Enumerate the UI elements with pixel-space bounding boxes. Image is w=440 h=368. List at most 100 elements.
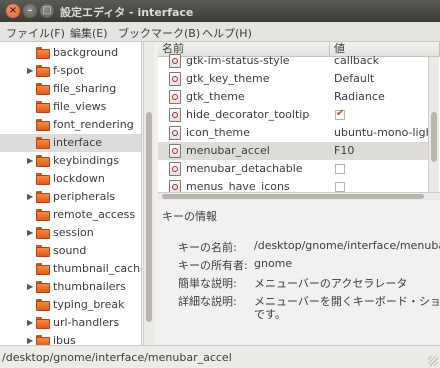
gconf-key-icon [169, 72, 181, 86]
key-value-checkbox[interactable] [335, 108, 345, 120]
tree-scrollbar-thumb[interactable] [146, 112, 152, 322]
key-name: hide_decorator_tooltip [186, 108, 310, 121]
key-row[interactable]: menubar_accel F10 [158, 142, 428, 160]
tree-item-label: thumbnailers [53, 280, 126, 293]
maximize-icon: □ [42, 5, 52, 16]
key-name: gtk_theme [186, 90, 245, 103]
close-window-button[interactable]: × [6, 4, 20, 18]
tree-item[interactable]: remote_access [0, 206, 141, 224]
key-value[interactable]: ubuntu-mono-ligh [334, 126, 433, 139]
tree-item[interactable]: thumbnail_cache [0, 260, 142, 278]
key-table[interactable]: 名前 値 gtk-im-status-style callback gtk_key_… [158, 42, 440, 192]
tree-item[interactable]: ▶ ibus [0, 332, 141, 345]
menu-file[interactable]: ファイル(F) [6, 25, 65, 41]
table-horizontal-scrollbar-thumb[interactable] [162, 194, 424, 199]
table-scrollbar-thumb[interactable] [431, 112, 437, 162]
expander-arrow-icon[interactable]: ▶ [27, 282, 33, 291]
expander-arrow-icon[interactable]: ▶ [27, 66, 33, 75]
folder-icon [36, 65, 50, 77]
tree-scrollbar[interactable] [143, 42, 154, 345]
status-bar: /desktop/gnome/interface/menubar_accel [0, 345, 440, 368]
gconf-key-icon [169, 90, 181, 104]
tree-item[interactable]: ▶ session [0, 224, 141, 242]
folder-icon [36, 209, 50, 221]
folder-icon [36, 191, 50, 203]
short-description-label: 簡単な説明: [178, 277, 237, 290]
key-info-panel: キーの情報 キーの名前: /desktop/gnome/interface/me… [158, 201, 440, 345]
gconf-key-icon [169, 126, 181, 140]
key-value[interactable]: Default [334, 72, 374, 85]
gconf-key-icon [169, 54, 181, 68]
folder-icon [36, 317, 50, 329]
tree-item[interactable]: ▶ url-handlers [0, 314, 141, 332]
short-description-value: メニューバーのアクセラレータ [254, 277, 408, 290]
tree-item[interactable]: sound [0, 242, 141, 260]
key-name: menubar_accel [186, 144, 270, 157]
key-row[interactable]: gtk-im-status-style callback [158, 52, 428, 70]
key-value[interactable]: Radiance [334, 90, 385, 103]
tree-item-label: font_rendering [53, 118, 134, 131]
tree-item[interactable]: file_sharing [0, 80, 141, 98]
table-horizontal-scrollbar[interactable] [158, 192, 440, 200]
expander-arrow-icon[interactable]: ▶ [27, 156, 33, 165]
tree-item[interactable]: ▶ f-spot [0, 62, 141, 80]
tree-item-label: interface [53, 136, 103, 149]
table-scrollbar[interactable] [428, 57, 439, 192]
key-row[interactable]: gtk_key_theme Default [158, 70, 428, 88]
tree-item[interactable]: lockdown [0, 170, 141, 188]
key-owner-label: キーの所有者: [178, 259, 248, 272]
key-value[interactable]: callback [334, 54, 379, 67]
tree-item-label: ibus [53, 334, 76, 345]
key-value[interactable]: F10 [334, 144, 354, 157]
close-icon: × [8, 5, 18, 16]
tree-item[interactable]: ▶ thumbnailers [0, 278, 141, 296]
folder-icon [36, 173, 50, 185]
directory-tree[interactable]: background ▶ f-spot file_sharing file_viewsf… [0, 42, 142, 345]
maximize-window-button[interactable]: □ [40, 4, 54, 18]
menu-edit[interactable]: 編集(E) [70, 25, 108, 41]
folder-icon [36, 245, 50, 257]
key-value-checkbox[interactable] [335, 164, 345, 174]
menu-help[interactable]: ヘルプ(H) [202, 25, 252, 41]
tree-item-label: session [53, 226, 94, 239]
tree-item[interactable]: typing_break [0, 296, 141, 314]
expander-arrow-icon[interactable]: ▶ [27, 192, 33, 201]
tree-item-label: sound [53, 244, 87, 257]
folder-icon [36, 137, 50, 149]
tree-item[interactable]: interface [0, 134, 141, 152]
window-title: 設定エディタ - interface [60, 6, 194, 19]
key-name: icon_theme [186, 126, 250, 139]
tree-item-label: thumbnail_cache [53, 262, 142, 275]
menu-bar: ファイル(F) 編集(E) ブックマーク(B) ヘルプ(H) [0, 22, 440, 42]
tree-item[interactable]: file_views [0, 98, 141, 116]
folder-icon [36, 155, 50, 167]
folder-icon [36, 335, 50, 345]
minimize-window-button[interactable]: – [23, 4, 37, 18]
expander-arrow-icon[interactable]: ▶ [27, 228, 33, 237]
tree-item-label: url-handlers [53, 316, 120, 329]
gconf-key-icon [169, 108, 181, 122]
status-text: /desktop/gnome/interface/menubar_accel [2, 351, 232, 364]
tree-item-label: f-spot [53, 64, 84, 77]
gconf-key-icon [169, 144, 181, 158]
gconf-key-icon [169, 162, 181, 176]
tree-item[interactable]: ▶ keybindings [0, 152, 141, 170]
tree-item[interactable]: font_rendering [0, 116, 141, 134]
tree-item[interactable]: ▶ peripherals [0, 188, 141, 206]
key-info-title: キーの情報 [162, 210, 217, 223]
resize-grip[interactable] [428, 356, 438, 366]
key-row[interactable]: menus_have_icons [158, 178, 428, 192]
key-row[interactable]: hide_decorator_tooltip [158, 106, 428, 124]
key-row[interactable]: icon_theme ubuntu-mono-ligh [158, 124, 433, 142]
key-value-checkbox[interactable] [335, 182, 345, 192]
key-row[interactable]: gtk_theme Radiance [158, 88, 428, 106]
expander-arrow-icon[interactable]: ▶ [27, 318, 33, 327]
gconf-key-icon [169, 180, 181, 192]
tree-item-label: keybindings [53, 154, 119, 167]
tree-item[interactable]: background [0, 44, 141, 62]
expander-arrow-icon[interactable]: ▶ [27, 336, 33, 345]
menu-bookmarks[interactable]: ブックマーク(B) [118, 25, 200, 41]
folder-icon [36, 299, 50, 311]
key-owner-value: gnome [254, 257, 293, 270]
key-row[interactable]: menubar_detachable [158, 160, 428, 178]
